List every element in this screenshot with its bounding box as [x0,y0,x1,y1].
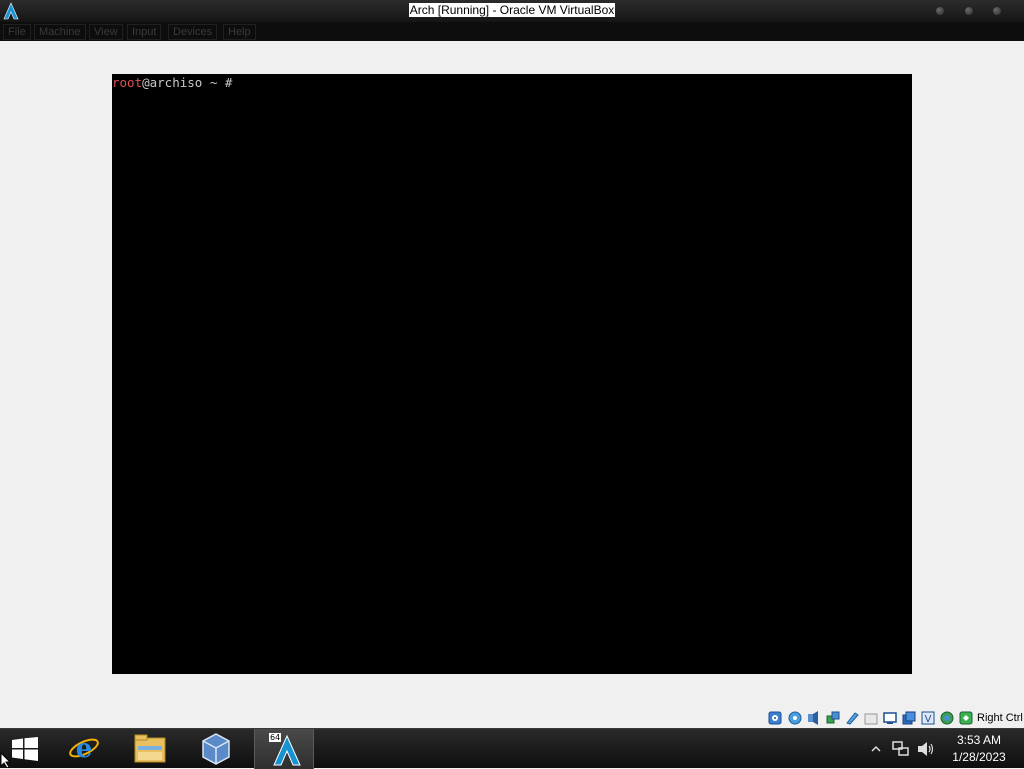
virtualbox-button[interactable] [186,729,246,769]
menu-help[interactable]: Help [223,24,256,40]
virtualization-icon[interactable]: V [921,711,935,725]
svg-text:V: V [925,714,932,725]
mouse-cursor-icon [0,752,12,768]
menu-bar: File Machine View Input Devices Help [0,22,1024,42]
usb-icon[interactable] [845,711,859,725]
shell-prompt: root@archiso ~ # [112,75,232,91]
internet-explorer-button[interactable]: e [54,729,114,769]
recording-icon[interactable] [902,711,916,725]
taskbar: e 64 3:53 AM 1/28/2023 [0,728,1024,769]
close-button[interactable] [993,7,1001,15]
svg-text:e: e [76,734,93,764]
display-icon[interactable] [883,711,897,725]
shared-folders-icon[interactable] [864,711,878,725]
clock[interactable]: 3:53 AM 1/28/2023 [946,732,1012,766]
menu-devices[interactable]: Devices [168,24,218,40]
title-bar[interactable]: Arch [Running] - Oracle VM VirtualBox [0,0,1024,22]
guest-console[interactable]: root@archiso ~ # [112,74,912,674]
clock-time: 3:53 AM [956,733,1002,747]
menu-view[interactable]: View [89,24,123,40]
windows-logo-icon [12,737,38,761]
audio-icon[interactable] [807,711,821,725]
mouse-integration-icon[interactable] [940,711,954,725]
keyboard-icon[interactable] [959,711,973,725]
window-title: Arch [Running] - Oracle VM VirtualBox [408,3,616,17]
prompt-host: @archiso ~ # [142,75,233,90]
virtualbox-icon [202,733,230,765]
hard-disk-icon[interactable] [768,711,782,725]
maximize-button[interactable] [965,7,973,15]
clock-date: 1/28/2023 [952,750,1006,764]
arch-vm-badge: 64 [269,733,282,742]
menu-file[interactable]: File [3,24,31,40]
menu-machine[interactable]: Machine [34,24,86,40]
arch-vm-button[interactable]: 64 [254,729,314,769]
internet-explorer-icon: e [69,734,99,764]
show-hidden-icons-icon[interactable] [871,745,881,753]
status-bar: V Right Ctrl [0,707,1024,728]
prompt-user: root [112,75,143,90]
optical-drive-icon[interactable] [788,711,802,725]
file-explorer-button[interactable] [120,729,180,769]
menu-input[interactable]: Input [127,24,162,40]
volume-icon[interactable] [917,741,935,757]
network-tray-icon[interactable] [892,741,910,757]
host-key-label[interactable]: Right Ctrl [977,711,1023,725]
minimize-button[interactable] [936,7,944,15]
network-icon[interactable] [826,711,840,725]
file-explorer-icon [134,734,166,763]
